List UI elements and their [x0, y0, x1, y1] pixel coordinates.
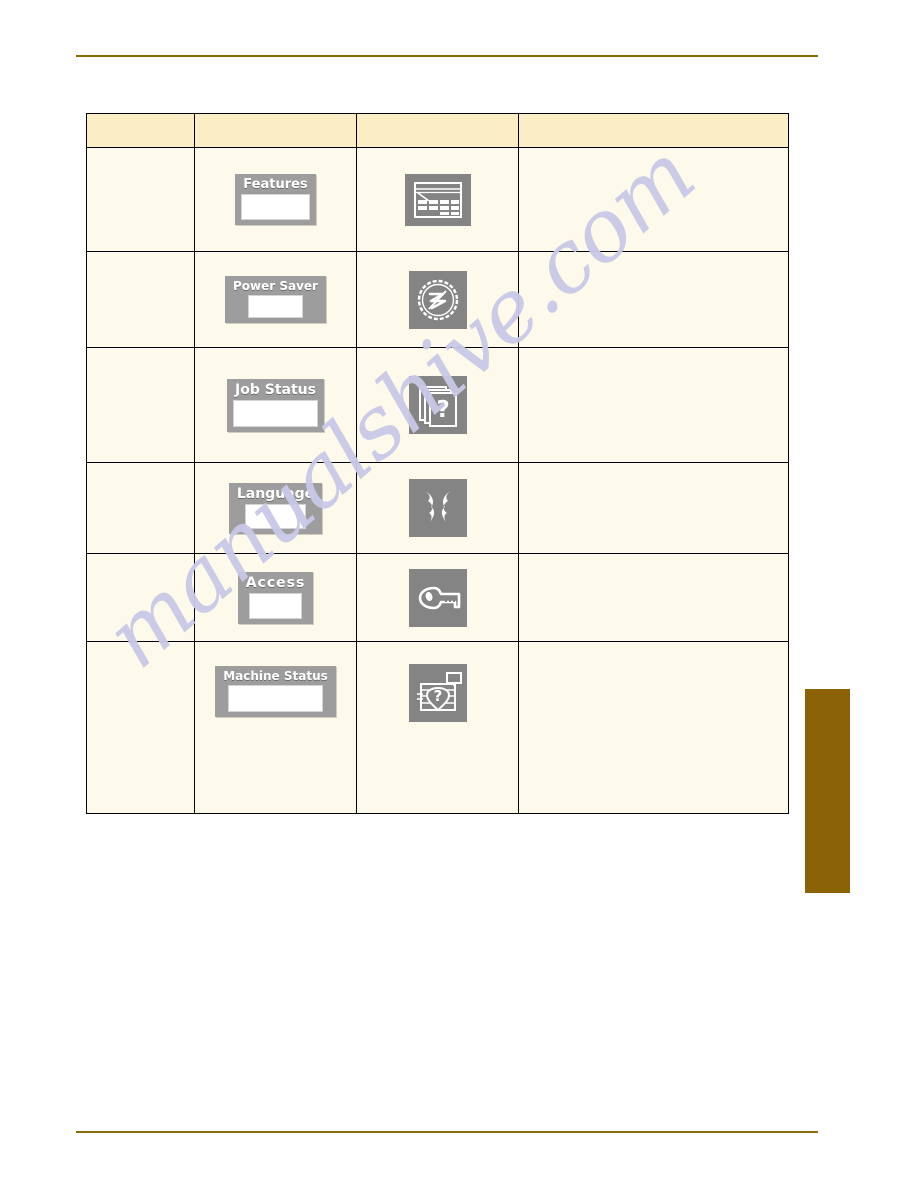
panel-button-label: Features: [243, 177, 308, 192]
column-header-description: [518, 113, 789, 148]
panel-button-indicator: [248, 592, 303, 619]
features-screen-icon: [404, 173, 471, 226]
row-name-text: [87, 196, 194, 204]
row-icon-cell: [356, 462, 519, 554]
power-saver-icon: [408, 270, 467, 329]
row-button-cell: Features: [194, 147, 357, 252]
panel-button-label: Access: [245, 574, 306, 591]
row-icon-cell: [356, 553, 519, 642]
row-description-cell: [518, 641, 789, 814]
panel-button-indicator: [233, 399, 318, 427]
row-description-text: [519, 401, 788, 409]
panel-button-machine-status[interactable]: Machine Status: [215, 666, 336, 717]
row-button-cell: Job Status: [194, 347, 357, 463]
panel-button-indicator: [227, 685, 324, 712]
row-icon-cell: [356, 147, 519, 252]
row-description-text: [519, 196, 788, 204]
row-name-cell: [86, 641, 195, 814]
page-header-rule: [76, 55, 818, 57]
column-header-icon: [356, 113, 519, 148]
job-status-pages-icon: ?: [408, 376, 467, 434]
panel-button-indicator: [247, 295, 304, 318]
row-name-cell: [86, 462, 195, 554]
row-description-cell: [518, 553, 789, 642]
panel-button-access[interactable]: Access: [237, 571, 314, 624]
row-name-cell: [86, 347, 195, 463]
row-description-text: [519, 296, 788, 304]
row-name-cell: [86, 147, 195, 252]
page-footer-rule: [76, 1131, 818, 1133]
row-button-cell: Language: [194, 462, 357, 554]
row-description-cell: [518, 147, 789, 252]
row-description-cell: [518, 347, 789, 463]
row-button-cell: Power Saver: [194, 251, 357, 348]
row-name-text: [87, 296, 194, 304]
row-description-text: [519, 504, 788, 512]
column-header-button: [194, 113, 357, 148]
svg-text:?: ?: [436, 397, 449, 423]
access-key-icon: [408, 568, 467, 627]
row-description-cell: [518, 462, 789, 554]
row-name-text: [87, 594, 194, 602]
row-name-cell: [86, 251, 195, 348]
row-icon-cell: [356, 251, 519, 348]
row-icon-cell: ?: [356, 641, 519, 814]
table-row: Access: [86, 553, 789, 642]
table-row: Language: [86, 462, 789, 554]
panel-button-power-saver[interactable]: Power Saver: [225, 276, 326, 323]
language-faces-icon: [408, 479, 467, 537]
svg-text:?: ?: [433, 687, 442, 705]
chapter-edge-tab: [805, 689, 850, 893]
table-header-row: [86, 113, 789, 148]
row-icon-cell: ?: [356, 347, 519, 463]
table-row: Features: [86, 147, 789, 252]
row-name-cell: [86, 553, 195, 642]
row-button-cell: Machine Status: [194, 641, 357, 814]
row-description-text: [519, 642, 788, 650]
panel-button-indicator: [241, 194, 310, 220]
panel-button-label: Machine Status: [223, 669, 328, 683]
panel-button-indicator: [245, 503, 306, 529]
table-row: Job Status ?: [86, 347, 789, 463]
row-name-text: [87, 642, 194, 650]
row-name-text: [87, 504, 194, 512]
row-button-cell: Access: [194, 553, 357, 642]
panel-button-features[interactable]: Features: [235, 174, 316, 225]
row-description-text: [519, 594, 788, 602]
panel-button-label: Power Saver: [233, 279, 318, 293]
row-name-text: [87, 401, 194, 409]
machine-status-icon: ?: [408, 664, 467, 722]
panel-button-label: Language: [236, 485, 315, 502]
panel-button-language[interactable]: Language: [228, 482, 323, 534]
panel-button-job-status[interactable]: Job Status: [227, 378, 324, 432]
table-row: Machine Status ?: [86, 641, 789, 814]
panel-button-label: Job Status: [235, 381, 316, 398]
column-header-name: [86, 113, 195, 148]
control-panel-button-table: Features Power Saver Job Status ? Langua…: [86, 113, 789, 814]
row-description-cell: [518, 251, 789, 348]
table-row: Power Saver: [86, 251, 789, 348]
